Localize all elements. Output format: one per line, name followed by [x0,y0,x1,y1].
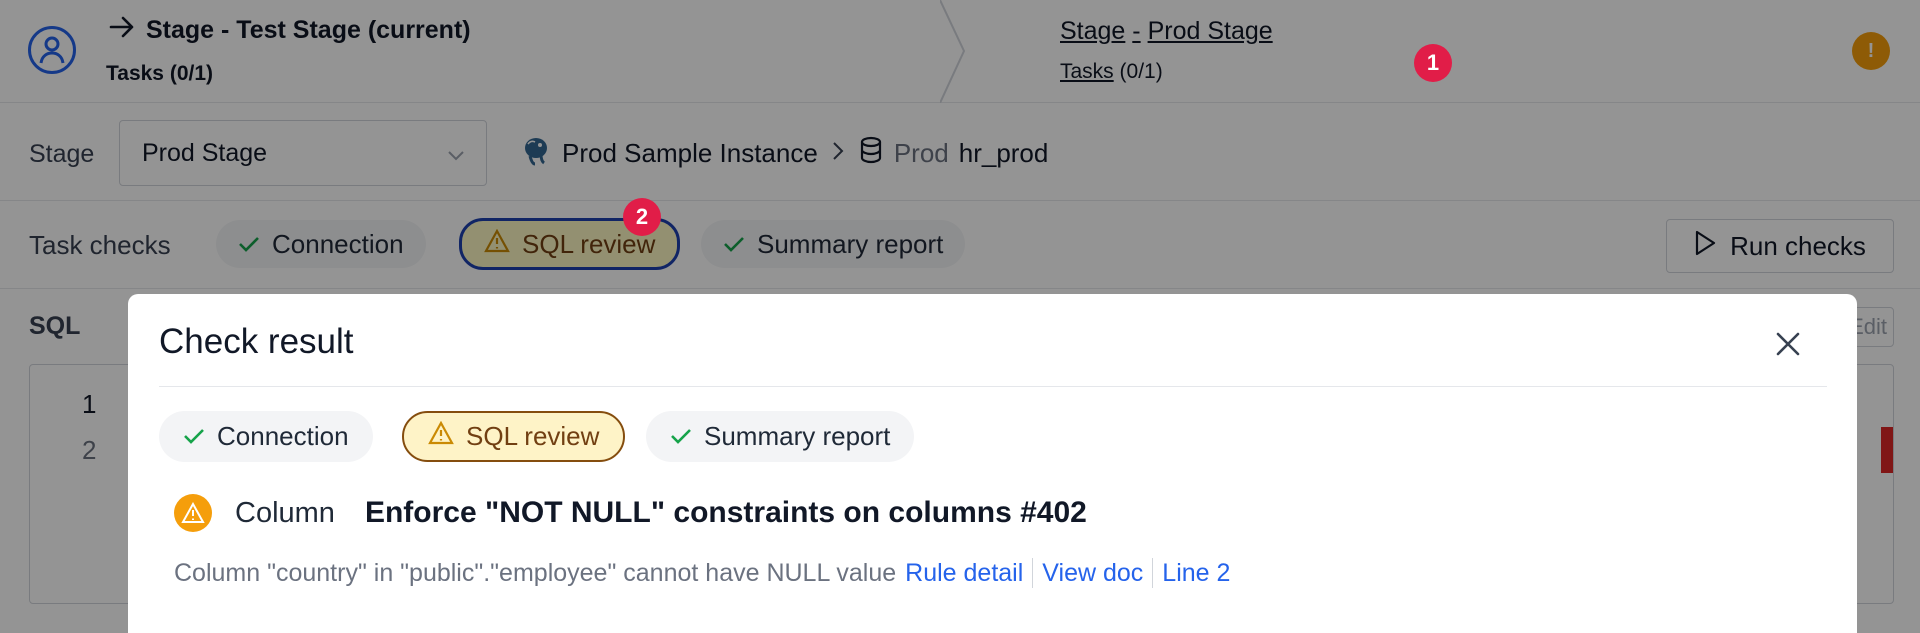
check-icon [670,421,692,452]
annotation-badge-1: 1 [1414,44,1452,82]
annotation-badge-2: 2 [623,198,661,236]
rule-detail-link[interactable]: Rule detail [905,559,1023,588]
result-tab-label: SQL review [466,421,600,451]
result-tab-sql-review[interactable]: SQL review [402,411,626,462]
modal-title: Check result [159,322,354,361]
result-tab-label: Connection [217,421,349,451]
close-icon[interactable] [1770,326,1806,362]
link-divider [1152,558,1154,588]
result-tab-label: Summary report [704,421,891,451]
warning-triangle-icon [428,420,454,452]
modal-divider [159,386,1827,387]
check-icon [183,421,205,452]
warning-circle-icon [174,494,212,532]
line-link[interactable]: Line 2 [1162,559,1230,588]
check-result-row: Column Enforce "NOT NULL" constraints on… [174,494,1087,532]
result-tab-connection[interactable]: Connection [159,411,373,462]
result-rule-title: Enforce "NOT NULL" constraints on column… [364,496,1087,529]
result-message: Column "country" in "public"."employee" … [174,558,897,587]
result-tab-summary-report[interactable]: Summary report [646,411,915,462]
view-doc-link[interactable]: View doc [1042,559,1143,588]
check-result-detail: Column "country" in "public"."employee" … [174,558,1230,588]
check-result-modal: Check result Connection SQL review Summa… [128,294,1857,633]
result-category: Column [235,496,335,529]
link-divider [1032,558,1034,588]
